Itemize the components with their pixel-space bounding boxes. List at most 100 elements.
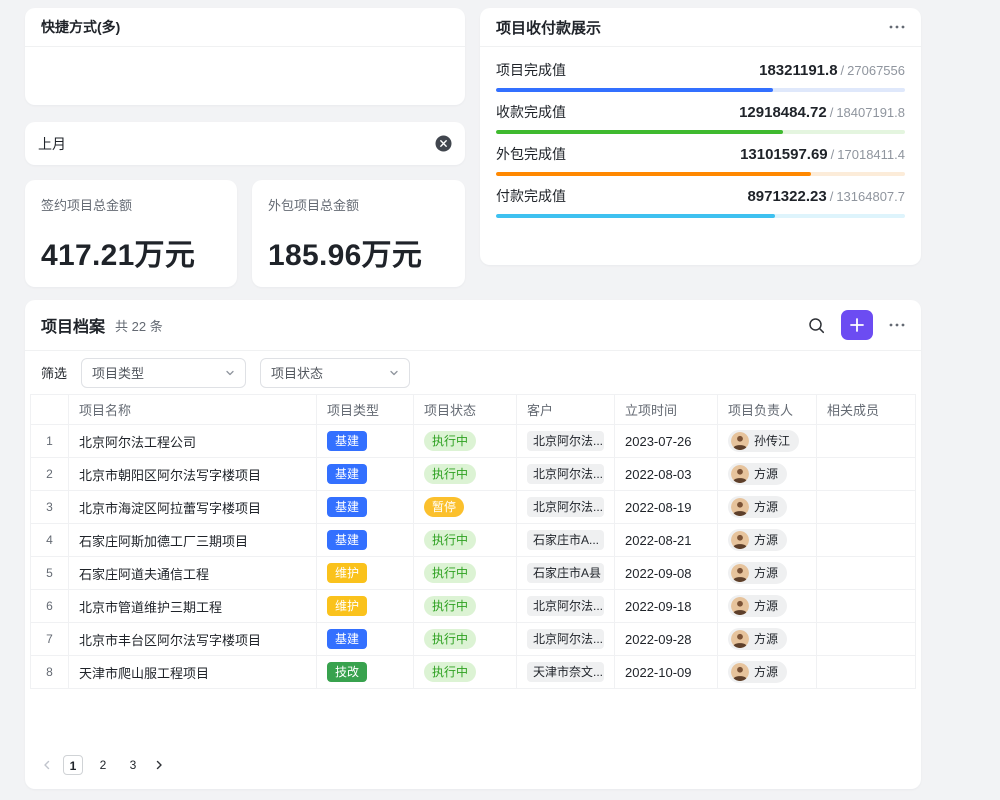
table-row[interactable]: 8 天津市爬山服工程项目 技改 执行中 天津市奈文... 2022-10-09 … [31, 656, 916, 689]
project-name-cell[interactable]: 天津市爬山服工程项目 [69, 656, 317, 689]
owner-name: 方源 [754, 663, 778, 680]
project-type-filter[interactable]: 项目类型 [81, 358, 246, 388]
col-customer[interactable]: 客户 [517, 395, 615, 425]
table-row[interactable]: 3 北京市海淀区阿拉蕾写字楼项目 基建 暂停 北京阿尔法... 2022-08-… [31, 491, 916, 524]
members-cell[interactable] [817, 590, 916, 623]
start-date-cell[interactable]: 2023-07-26 [615, 425, 718, 458]
project-name-cell[interactable]: 石家庄阿道夫通信工程 [69, 557, 317, 590]
project-type-badge: 维护 [327, 563, 367, 583]
avatar [731, 465, 749, 483]
project-name-cell[interactable]: 北京市朝阳区阿尔法写字楼项目 [69, 458, 317, 491]
owner-name: 方源 [754, 465, 778, 482]
project-name-cell[interactable]: 石家庄阿斯加德工厂三期项目 [69, 524, 317, 557]
start-date-cell[interactable]: 2022-08-03 [615, 458, 718, 491]
row-index: 7 [31, 623, 69, 656]
members-cell[interactable] [817, 458, 916, 491]
progress-track [496, 130, 905, 134]
project-type-badge: 基建 [327, 530, 367, 550]
more-icon[interactable] [889, 25, 905, 29]
table-header-row: 项目名称 项目类型 项目状态 客户 立项时间 项目负责人 相关成员 [31, 395, 916, 425]
table-row[interactable]: 6 北京市管道维护三期工程 维护 执行中 北京阿尔法... 2022-09-18… [31, 590, 916, 623]
row-index: 4 [31, 524, 69, 557]
page-button-3[interactable]: 3 [123, 755, 143, 775]
col-date[interactable]: 立项时间 [615, 395, 718, 425]
signed-amount-card: 签约项目总金额 417.21万元 [25, 180, 237, 287]
pagination: 1 2 3 [41, 755, 165, 775]
project-status-badge: 执行中 [424, 662, 476, 682]
col-status[interactable]: 项目状态 [414, 395, 517, 425]
next-page-icon[interactable] [153, 759, 165, 771]
project-type-badge: 技改 [327, 662, 367, 682]
owner-chip: 方源 [728, 628, 787, 650]
page-button-1[interactable]: 1 [63, 755, 83, 775]
project-name-cell[interactable]: 北京市管道维护三期工程 [69, 590, 317, 623]
customer-tag: 石家庄市A县 [527, 563, 604, 583]
project-name-cell[interactable]: 北京市丰台区阿尔法写字楼项目 [69, 623, 317, 656]
filter-row: 筛选 项目类型 项目状态 [25, 350, 921, 394]
payments-card: 项目收付款展示 项目完成值 18321191.8/27067556 收款完成值 … [480, 8, 921, 265]
col-name[interactable]: 项目名称 [69, 395, 317, 425]
row-index: 1 [31, 425, 69, 458]
project-status-badge: 暂停 [424, 497, 464, 517]
table-row[interactable]: 7 北京市丰台区阿尔法写字楼项目 基建 执行中 北京阿尔法... 2022-09… [31, 623, 916, 656]
shortcuts-title: 快捷方式(多) [41, 17, 120, 37]
prev-page-icon[interactable] [41, 759, 53, 771]
start-date-cell[interactable]: 2022-09-18 [615, 590, 718, 623]
table-row[interactable]: 2 北京市朝阳区阿尔法写字楼项目 基建 执行中 北京阿尔法... 2022-08… [31, 458, 916, 491]
avatar [731, 630, 749, 648]
projects-card-header: 项目档案 共 22 条 [25, 300, 921, 350]
owner-name: 方源 [754, 531, 778, 548]
members-cell[interactable] [817, 425, 916, 458]
outsourced-amount-label: 外包项目总金额 [268, 195, 449, 214]
progress-fill [496, 172, 811, 176]
members-cell[interactable] [817, 491, 916, 524]
start-date-cell[interactable]: 2022-10-09 [615, 656, 718, 689]
outsourced-amount-card: 外包项目总金额 185.96万元 [252, 180, 465, 287]
start-date-cell[interactable]: 2022-09-08 [615, 557, 718, 590]
avatar [731, 432, 749, 450]
customer-tag: 北京阿尔法... [527, 596, 604, 616]
customer-tag: 北京阿尔法... [527, 431, 604, 451]
project-name-cell[interactable]: 北京市海淀区阿拉蕾写字楼项目 [69, 491, 317, 524]
col-members[interactable]: 相关成员 [817, 395, 916, 425]
col-owner[interactable]: 项目负责人 [718, 395, 817, 425]
row-index: 5 [31, 557, 69, 590]
metric-values: 12918484.72/18407191.8 [739, 104, 905, 121]
project-status-badge: 执行中 [424, 596, 476, 616]
quick-filter-bar[interactable]: 上月 [25, 122, 465, 165]
progress-track [496, 214, 905, 218]
projects-table: 项目名称 项目类型 项目状态 客户 立项时间 项目负责人 相关成员 1 北京阿尔… [30, 394, 916, 689]
owner-chip: 方源 [728, 496, 787, 518]
project-type-badge: 基建 [327, 497, 367, 517]
add-record-button[interactable] [841, 310, 873, 340]
clear-filter-icon[interactable] [435, 135, 452, 152]
table-row[interactable]: 1 北京阿尔法工程公司 基建 执行中 北京阿尔法... 2023-07-26 孙… [31, 425, 916, 458]
owner-name: 方源 [754, 564, 778, 581]
payment-metric-row: 付款完成值 8971322.23/13164807.7 [496, 186, 905, 218]
project-type-filter-label: 项目类型 [92, 363, 144, 382]
filter-label: 筛选 [41, 363, 67, 382]
project-status-filter[interactable]: 项目状态 [260, 358, 410, 388]
metric-label: 项目完成值 [496, 60, 566, 80]
page-button-2[interactable]: 2 [93, 755, 113, 775]
search-icon[interactable] [808, 317, 825, 334]
project-type-badge: 基建 [327, 464, 367, 484]
more-icon[interactable] [889, 323, 905, 327]
members-cell[interactable] [817, 524, 916, 557]
table-row[interactable]: 5 石家庄阿道夫通信工程 维护 执行中 石家庄市A县 2022-09-08 方源 [31, 557, 916, 590]
project-status-badge: 执行中 [424, 464, 476, 484]
members-cell[interactable] [817, 557, 916, 590]
signed-amount-value: 417.21万元 [41, 230, 221, 274]
customer-tag: 北京阿尔法... [527, 464, 604, 484]
start-date-cell[interactable]: 2022-08-21 [615, 524, 718, 557]
project-type-badge: 基建 [327, 431, 367, 451]
members-cell[interactable] [817, 623, 916, 656]
start-date-cell[interactable]: 2022-09-28 [615, 623, 718, 656]
col-type[interactable]: 项目类型 [317, 395, 414, 425]
owner-chip: 方源 [728, 562, 787, 584]
members-cell[interactable] [817, 656, 916, 689]
table-row[interactable]: 4 石家庄阿斯加德工厂三期项目 基建 执行中 石家庄市A... 2022-08-… [31, 524, 916, 557]
start-date-cell[interactable]: 2022-08-19 [615, 491, 718, 524]
project-name-cell[interactable]: 北京阿尔法工程公司 [69, 425, 317, 458]
project-status-badge: 执行中 [424, 431, 476, 451]
